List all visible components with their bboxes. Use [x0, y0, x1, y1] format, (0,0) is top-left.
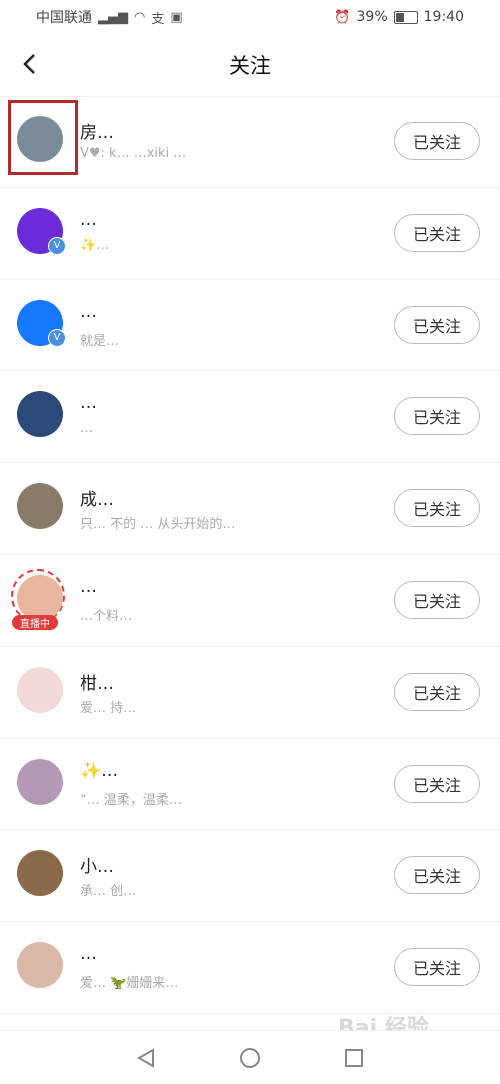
user-signature: 只… 不的 … 从头开始的… — [80, 517, 236, 533]
followed-button[interactable]: 已关注 — [394, 948, 480, 987]
user-signature: 爱… 🦖姗姗来… — [80, 976, 179, 992]
followed-button[interactable]: 已关注 — [394, 672, 480, 711]
followed-button[interactable]: 已关注 — [394, 305, 480, 344]
clock: 19:40 — [423, 9, 464, 25]
triangle-back-icon — [136, 1047, 154, 1068]
user-name[interactable]: … — [80, 210, 97, 230]
followed-button[interactable]: 已关注 — [394, 580, 480, 619]
wifi-icon: ◠ — [134, 9, 146, 25]
avatar[interactable] — [17, 850, 63, 897]
verified-badge: V — [48, 236, 66, 255]
user-signature: 爱… 持… — [80, 700, 137, 716]
verified-badge: V — [48, 328, 66, 347]
following-list: 房… V♥: k… …xiki … 已关注 V… ✨… 已关注 V… 就是… 已关注…… 已关注成… — [0, 96, 500, 1014]
user-name[interactable]: … — [80, 577, 97, 597]
page-title: 关注 — [229, 54, 271, 78]
chevron-left-icon — [23, 54, 35, 74]
header: 关注 — [0, 34, 500, 97]
circle-home-icon — [240, 1047, 260, 1068]
followed-button[interactable]: 已关注 — [394, 764, 480, 803]
list-item[interactable]: ✨… “… 温柔，温柔… 已关注 — [0, 739, 500, 831]
list-item[interactable]: 直播中 … …个料… 已关注 — [0, 555, 500, 647]
user-signature: ✨… — [80, 237, 110, 253]
nav-back-button[interactable] — [134, 1046, 158, 1070]
battery-percent: 39% — [356, 9, 388, 25]
nav-home-button[interactable] — [238, 1046, 262, 1070]
carrier-label: 中国联通 — [36, 10, 92, 26]
avatar[interactable] — [17, 666, 63, 713]
live-badge: 直播中 — [12, 614, 58, 630]
user-signature: V♥: k… …xiki … — [80, 146, 187, 161]
user-name[interactable]: 成… — [80, 485, 114, 510]
list-item[interactable]: 小… 承… 创… 已关注 — [0, 830, 500, 923]
followed-button[interactable]: 已关注 — [394, 489, 480, 528]
status-left: 中国联通 ▂▄▆ ◠ 支 ▣ — [36, 7, 183, 27]
avatar[interactable] — [17, 758, 63, 805]
user-signature: …个料… — [80, 608, 133, 624]
user-signature: “… 温柔，温柔… — [80, 792, 182, 808]
avatar[interactable] — [17, 942, 63, 989]
app-icon: ▣ — [170, 9, 183, 25]
followed-button[interactable]: 已关注 — [394, 122, 480, 160]
user-signature: … — [80, 421, 93, 437]
back-button[interactable] — [14, 46, 44, 82]
list-item[interactable]: 柑… 爱… 持… 已关注 — [0, 647, 500, 739]
highlight-box — [8, 100, 78, 175]
user-signature: 承… 创… — [80, 884, 137, 900]
alipay-icon: 支 — [151, 11, 165, 27]
status-bar: 中国联通 ▂▄▆ ◠ 支 ▣ ⏰ 39% 19:40 — [0, 0, 500, 34]
avatar[interactable] — [17, 483, 63, 530]
user-name[interactable]: … — [80, 302, 97, 322]
followed-button[interactable]: 已关注 — [394, 213, 480, 252]
signal-icon: ▂▄▆ — [98, 9, 128, 25]
list-item[interactable]: … 爱… 🦖姗姗来… 已关注 — [0, 922, 500, 1014]
list-item[interactable]: V … 就是… 已关注 — [0, 280, 500, 372]
status-right: ⏰ 39% 19:40 — [334, 9, 464, 25]
battery-icon — [393, 10, 418, 24]
user-signature: 就是… — [80, 333, 120, 349]
followed-button[interactable]: 已关注 — [394, 856, 480, 895]
system-nav-bar — [0, 1030, 500, 1084]
user-name[interactable]: 房… — [80, 118, 114, 143]
list-item[interactable]: … … 已关注 — [0, 371, 500, 464]
avatar[interactable] — [17, 391, 63, 438]
square-recent-icon — [345, 1048, 363, 1067]
user-name[interactable]: … — [80, 393, 97, 413]
user-name[interactable]: 柑… — [80, 669, 114, 694]
nav-recent-button[interactable] — [342, 1046, 366, 1070]
user-name[interactable]: ✨… — [80, 761, 118, 781]
user-name[interactable]: … — [80, 944, 97, 964]
followed-button[interactable]: 已关注 — [394, 397, 480, 436]
alarm-icon: ⏰ — [334, 9, 351, 25]
list-item[interactable]: 成… 只… 不的 … 从头开始的… 已关注 — [0, 463, 500, 555]
list-item[interactable]: V … ✨… 已关注 — [0, 188, 500, 280]
user-name[interactable]: 小… — [80, 852, 114, 877]
